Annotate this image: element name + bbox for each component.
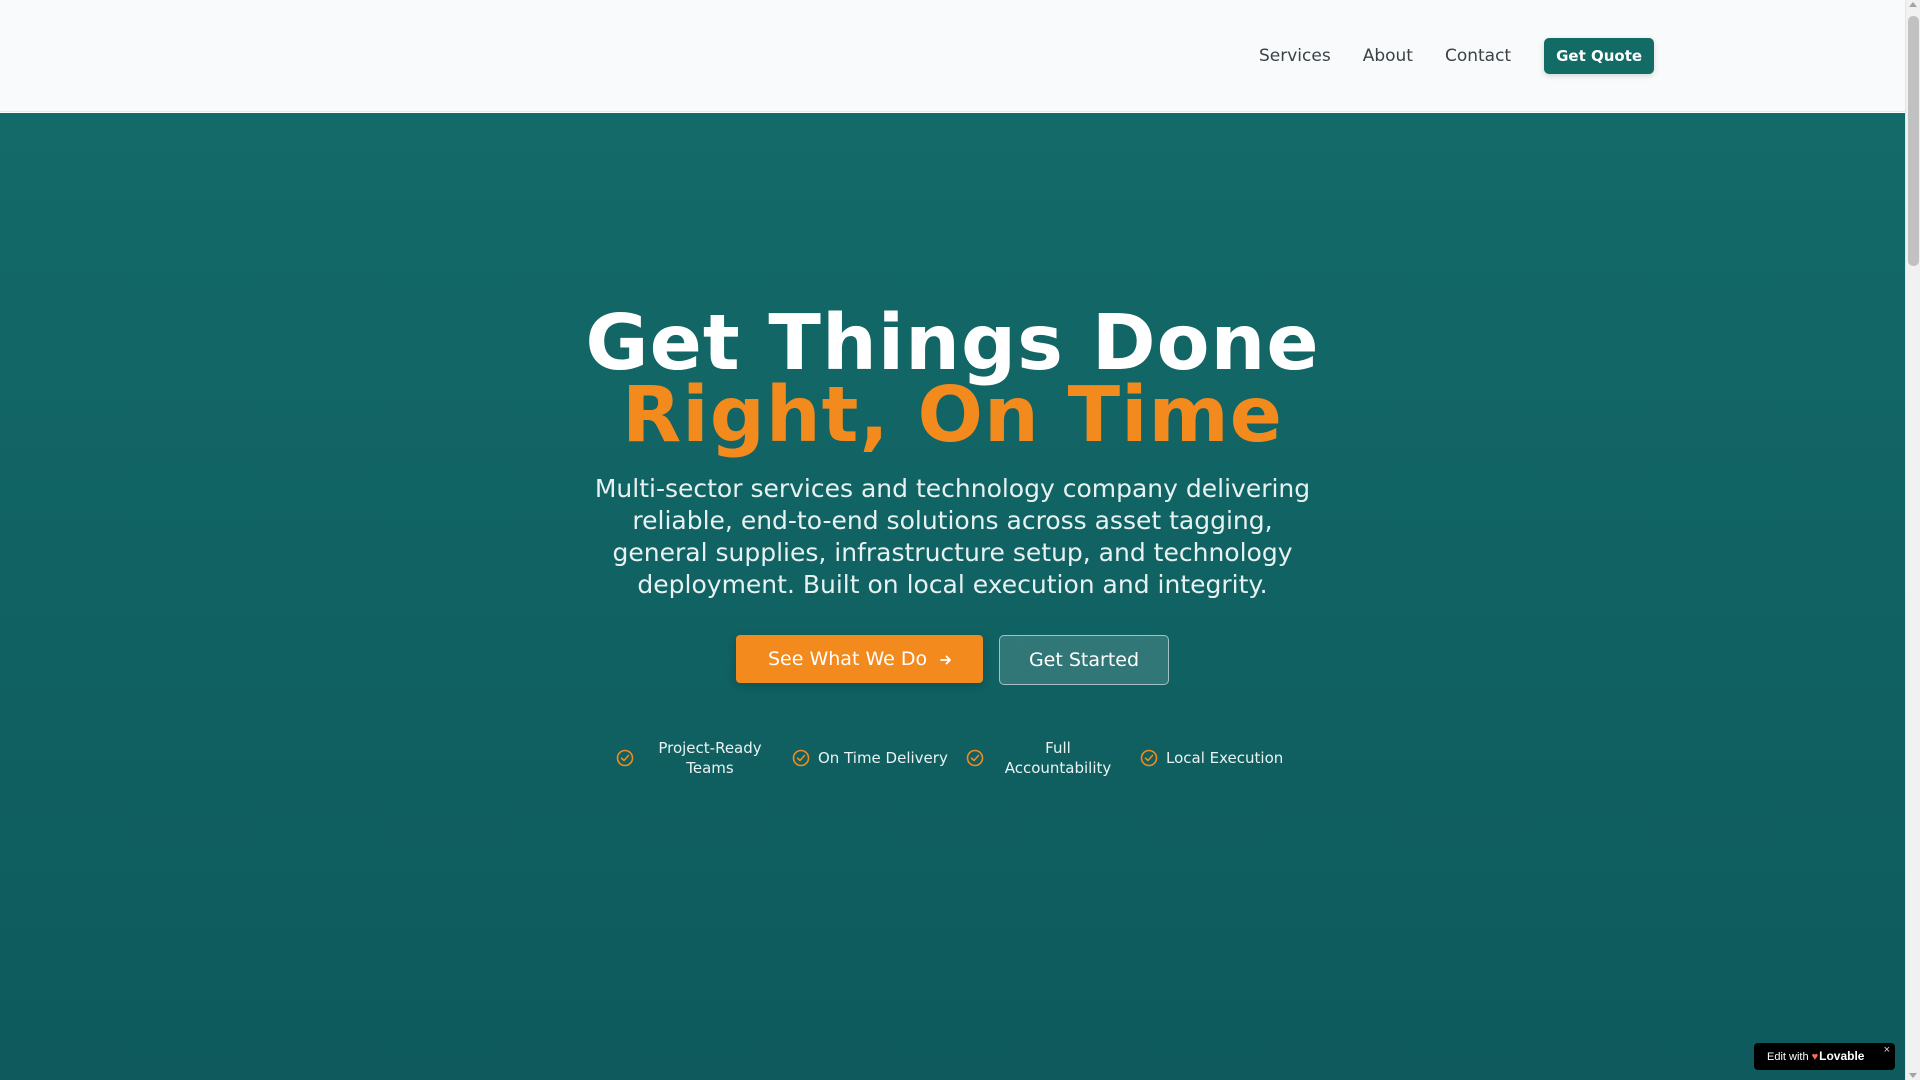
nav-link-contact[interactable]: Contact (1445, 39, 1511, 73)
site-header: Services About Contact Get Quote (0, 0, 1905, 112)
feature-label: Local Execution (1166, 749, 1284, 767)
scrollbar-thumb[interactable] (1908, 16, 1919, 266)
hero-title-line2: Right, On Time (622, 371, 1283, 460)
scroll-up-icon[interactable] (1909, 2, 1917, 7)
hero-title-line1: Get Things Done (585, 299, 1320, 388)
feature-local-execution: Local Execution (1140, 733, 1283, 783)
edit-with-lovable-badge[interactable]: Edit with ♥Lovable × (1754, 1043, 1895, 1070)
vertical-scrollbar[interactable] (1905, 0, 1920, 1080)
check-circle-icon (1140, 749, 1158, 767)
badge-prefix: Edit with (1767, 1051, 1809, 1063)
check-circle-icon (792, 749, 810, 767)
hero-section: Get Things Done Right, On Time Multi-sec… (0, 113, 1905, 1080)
get-quote-button[interactable]: Get Quote (1544, 38, 1655, 74)
nav-link-about[interactable]: About (1363, 39, 1413, 73)
feature-label: Full Accountability (1004, 739, 1112, 777)
feature-label: Project-Ready Teams (658, 739, 762, 777)
feature-on-time-delivery: On Time Delivery (792, 733, 948, 783)
see-what-we-do-button[interactable]: See What We Do (736, 635, 983, 683)
hero-subtitle: Multi-sector services and technology com… (594, 474, 1311, 599)
arrow-right-icon (939, 635, 953, 683)
landing-page: Services About Contact Get Quote Get Thi… (0, 0, 1920, 1080)
badge-close-icon[interactable]: × (1884, 1037, 1890, 1064)
main-nav: Services About Contact Get Quote (1259, 38, 1655, 74)
badge-brand: Lovable (1819, 1049, 1865, 1063)
feature-label: On Time Delivery (818, 749, 948, 767)
feature-project-ready-teams: Project-Ready Teams (616, 733, 774, 783)
check-circle-icon (966, 749, 984, 767)
lovable-heart-icon: ♥ (1811, 1051, 1819, 1063)
check-circle-icon (616, 749, 634, 767)
feature-full-accountability: Full Accountability (966, 733, 1120, 783)
see-what-we-do-label: See What We Do (768, 648, 928, 670)
scroll-down-icon[interactable] (1909, 1073, 1917, 1078)
nav-link-services[interactable]: Services (1259, 39, 1331, 73)
get-started-button[interactable]: Get Started (999, 635, 1169, 685)
